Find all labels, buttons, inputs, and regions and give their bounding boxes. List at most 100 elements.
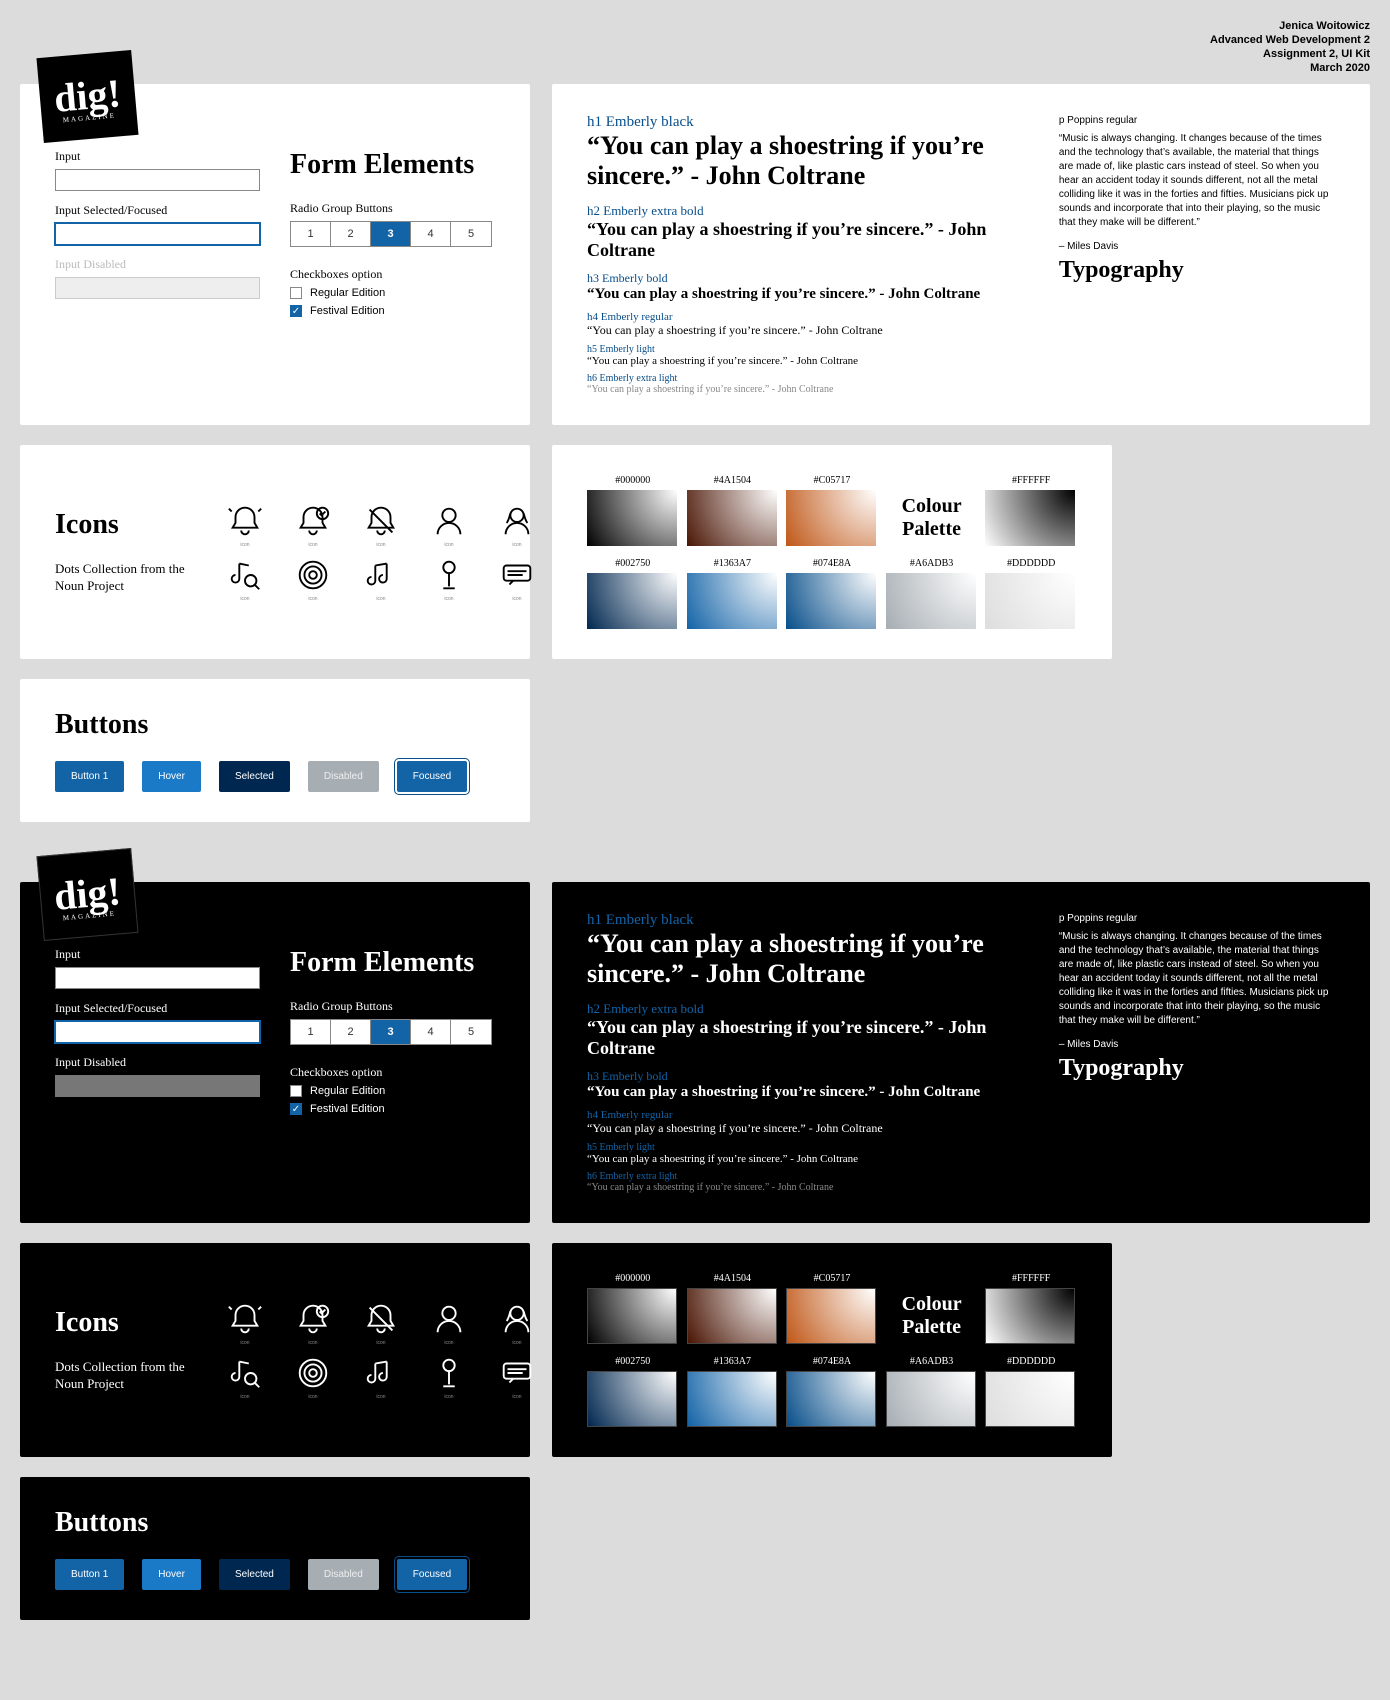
button-default[interactable]: Button 1 bbox=[55, 761, 124, 792]
swatch-4a1504 bbox=[687, 490, 777, 546]
meta-course: Advanced Web Development 2 bbox=[20, 34, 1370, 46]
h3-label: h3 Emberly bold bbox=[587, 1069, 1029, 1084]
button-disabled: Disabled bbox=[308, 1559, 379, 1590]
user-female-icon: icon bbox=[487, 502, 547, 548]
checkbox-festival[interactable]: ✓ Festival Edition bbox=[290, 1103, 495, 1115]
button-disabled: Disabled bbox=[308, 761, 379, 792]
checkbox-festival[interactable]: ✓ Festival Edition bbox=[290, 305, 495, 317]
radio-option-3[interactable]: 3 bbox=[371, 222, 411, 246]
page-meta: Jenica Woitowicz Advanced Web Developmen… bbox=[20, 20, 1370, 74]
panel-palette: #000000 #4A1504 #C05717 Colour Palette #… bbox=[552, 445, 1112, 659]
input-focused-label: Input Selected/Focused bbox=[55, 203, 260, 218]
meta-author: Jenica Woitowicz bbox=[20, 20, 1370, 32]
button-focused[interactable]: Focused bbox=[397, 1559, 467, 1590]
chat-icon: icon bbox=[487, 1354, 547, 1400]
radio-group: 1 2 3 4 5 bbox=[290, 221, 492, 247]
button-default[interactable]: Button 1 bbox=[55, 1559, 124, 1590]
buttons-title: Buttons bbox=[55, 709, 495, 741]
radio-option-1[interactable]: 1 bbox=[291, 1020, 331, 1044]
vinyl-icon: icon bbox=[283, 556, 343, 602]
input-focused[interactable] bbox=[55, 223, 260, 245]
input-disabled-label: Input Disabled bbox=[55, 257, 260, 272]
palette-title: Colour Palette bbox=[886, 475, 978, 541]
input-label: Input bbox=[55, 947, 260, 962]
p-body: “Music is always changing. It changes be… bbox=[1059, 132, 1335, 230]
map-pin-icon: icon bbox=[419, 556, 479, 602]
bell-ring-icon: icon bbox=[215, 1300, 275, 1346]
radio-option-5[interactable]: 5 bbox=[451, 1020, 491, 1044]
p-credit: – Miles Davis bbox=[1059, 240, 1335, 254]
h6-sample: “You can play a shoestring if you’re sin… bbox=[587, 1182, 1029, 1193]
p-body: “Music is always changing. It changes be… bbox=[1059, 930, 1335, 1028]
radio-label: Radio Group Buttons bbox=[290, 999, 495, 1014]
radio-label: Radio Group Buttons bbox=[290, 201, 495, 216]
panel-typography: h1 Emberly black “You can play a shoestr… bbox=[552, 882, 1370, 1223]
h4-label: h4 Emberly regular bbox=[587, 1109, 1029, 1121]
input-disabled bbox=[55, 277, 260, 299]
button-focused[interactable]: Focused bbox=[397, 761, 467, 792]
swatch-label: #A6ADB3 bbox=[886, 1356, 978, 1367]
icons-subtitle: Dots Collection from the Noun Project bbox=[55, 561, 185, 595]
radio-option-4[interactable]: 4 bbox=[411, 222, 451, 246]
radio-option-2[interactable]: 2 bbox=[331, 222, 371, 246]
radio-option-4[interactable]: 4 bbox=[411, 1020, 451, 1044]
h2-label: h2 Emberly extra bold bbox=[587, 203, 1029, 219]
h6-label: h6 Emberly extra light bbox=[587, 373, 1029, 384]
input-default[interactable] bbox=[55, 169, 260, 191]
checkbox-label: Checkboxes option bbox=[290, 267, 495, 282]
h2-sample: “You can play a shoestring if you’re sin… bbox=[587, 219, 1029, 261]
input-default[interactable] bbox=[55, 967, 260, 989]
icons-title: Icons bbox=[55, 1307, 185, 1339]
radio-option-1[interactable]: 1 bbox=[291, 222, 331, 246]
music-search-icon: icon bbox=[215, 1354, 275, 1400]
panel-icons: Icons Dots Collection from the Noun Proj… bbox=[20, 1243, 530, 1457]
swatch-a6adb3 bbox=[886, 1371, 976, 1427]
swatch-ffffff bbox=[985, 1288, 1075, 1344]
h1-sample: “You can play a shoestring if you’re sin… bbox=[587, 929, 1029, 989]
user-male-icon: icon bbox=[419, 502, 479, 548]
p-label: p Poppins regular bbox=[1059, 114, 1335, 128]
swatch-label: #000000 bbox=[587, 475, 679, 486]
checkbox-regular[interactable]: Regular Edition bbox=[290, 287, 495, 299]
h5-label: h5 Emberly light bbox=[587, 1142, 1029, 1153]
swatch-label: #074E8A bbox=[786, 1356, 878, 1367]
swatch-c05717 bbox=[786, 1288, 876, 1344]
h1-sample: “You can play a shoestring if you’re sin… bbox=[587, 131, 1029, 191]
checkbox-regular-label: Regular Edition bbox=[310, 287, 385, 299]
button-hover[interactable]: Hover bbox=[142, 761, 201, 792]
user-male-icon: icon bbox=[419, 1300, 479, 1346]
bell-off-icon: icon bbox=[351, 502, 411, 548]
input-disabled-label: Input Disabled bbox=[55, 1055, 260, 1070]
swatch-000000 bbox=[587, 490, 677, 546]
swatch-label: #002750 bbox=[587, 1356, 679, 1367]
checkbox-festival-label: Festival Edition bbox=[310, 1103, 385, 1115]
user-female-icon: icon bbox=[487, 1300, 547, 1346]
swatch-label: #FFFFFF bbox=[985, 1273, 1077, 1284]
icon-grid: icon icon icon icon icon icon icon icon … bbox=[215, 1300, 547, 1400]
input-focused[interactable] bbox=[55, 1021, 260, 1043]
radio-option-3[interactable]: 3 bbox=[371, 1020, 411, 1044]
radio-option-2[interactable]: 2 bbox=[331, 1020, 371, 1044]
radio-group: 1 2 3 4 5 bbox=[290, 1019, 492, 1045]
swatch-002750 bbox=[587, 1371, 677, 1427]
h6-label: h6 Emberly extra light bbox=[587, 1171, 1029, 1182]
input-focused-label: Input Selected/Focused bbox=[55, 1001, 260, 1016]
button-selected[interactable]: Selected bbox=[219, 1559, 290, 1590]
swatch-label: #C05717 bbox=[786, 475, 878, 486]
checkbox-unchecked-icon bbox=[290, 1085, 302, 1097]
panel-buttons: Buttons Button 1 Hover Selected Disabled… bbox=[20, 1477, 530, 1620]
chat-icon: icon bbox=[487, 556, 547, 602]
icons-subtitle: Dots Collection from the Noun Project bbox=[55, 1359, 185, 1393]
swatch-a6adb3 bbox=[886, 573, 976, 629]
checkbox-unchecked-icon bbox=[290, 287, 302, 299]
button-hover[interactable]: Hover bbox=[142, 1559, 201, 1590]
button-selected[interactable]: Selected bbox=[219, 761, 290, 792]
icon-grid: icon icon icon icon icon icon icon icon … bbox=[215, 502, 547, 602]
panel-icons: Icons Dots Collection from the Noun Proj… bbox=[20, 445, 530, 659]
swatch-label: #4A1504 bbox=[687, 475, 779, 486]
swatch-ffffff bbox=[985, 490, 1075, 546]
checkbox-regular[interactable]: Regular Edition bbox=[290, 1085, 495, 1097]
radio-option-5[interactable]: 5 bbox=[451, 222, 491, 246]
checkbox-festival-label: Festival Edition bbox=[310, 305, 385, 317]
h4-label: h4 Emberly regular bbox=[587, 311, 1029, 323]
